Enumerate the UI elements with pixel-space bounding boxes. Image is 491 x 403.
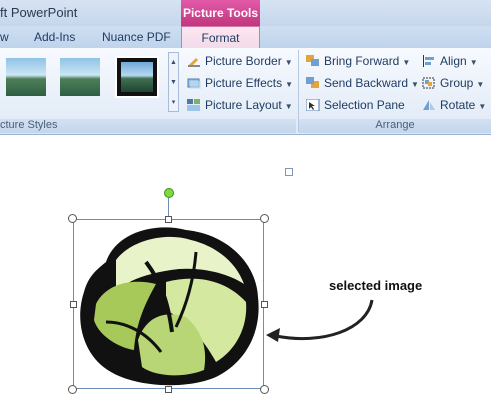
picture-style-thumbnail-selected[interactable] — [115, 56, 159, 98]
align-icon — [423, 55, 434, 67]
picture-styles-group-label: cture Styles — [0, 119, 296, 133]
ribbon: ▲ ▼ ▾ cture Styles Picture Border ▼ Pictu… — [0, 48, 491, 176]
scroll-down-icon[interactable]: ▼ — [169, 73, 178, 93]
chevron-down-icon: ▼ — [284, 58, 293, 67]
tab-nuance-pdf[interactable]: Nuance PDF — [102, 30, 171, 44]
send-backward-label: Send Backward — [324, 76, 409, 90]
align-label: Align — [440, 54, 467, 68]
resize-handle-top-left[interactable] — [68, 214, 77, 223]
picture-style-thumbnail[interactable] — [6, 58, 46, 96]
picture-border-button[interactable]: Picture Border ▼ — [187, 54, 293, 72]
resize-handle-bottom[interactable] — [165, 386, 172, 393]
resize-handle-left[interactable] — [70, 301, 77, 308]
chevron-down-icon: ▼ — [469, 58, 478, 67]
picture-layout-label: Picture Layout — [205, 98, 282, 112]
resize-handle-top[interactable] — [165, 216, 172, 223]
rotate-icon — [423, 100, 435, 110]
picture-layout-button[interactable]: Picture Layout ▼ — [187, 98, 293, 116]
effects-icon — [187, 78, 201, 89]
bring-forward-icon — [306, 55, 319, 66]
group-button[interactable]: Group ▼ — [422, 76, 484, 94]
bring-forward-button[interactable]: Bring Forward ▼ — [306, 54, 410, 72]
picture-style-thumbnail[interactable] — [60, 58, 100, 96]
dialog-launcher-icon[interactable] — [285, 168, 293, 176]
send-backward-button[interactable]: Send Backward ▼ — [306, 76, 419, 94]
chevron-down-icon: ▼ — [478, 102, 487, 111]
layout-icon — [187, 99, 200, 111]
scroll-up-icon[interactable]: ▲ — [169, 53, 178, 73]
rotation-handle[interactable] — [164, 188, 174, 198]
selection-pane-label: Selection Pane — [324, 98, 405, 112]
chevron-down-icon: ▼ — [476, 80, 485, 89]
pencil-icon — [188, 58, 200, 67]
group-label: Group — [440, 76, 474, 90]
selection-pane-icon — [306, 99, 320, 111]
picture-tools-context-title: Picture Tools — [181, 0, 260, 26]
resize-handle-top-right[interactable] — [260, 214, 269, 223]
rotate-label: Rotate — [440, 98, 476, 112]
resize-handle-bottom-right[interactable] — [260, 385, 269, 394]
picture-effects-button[interactable]: Picture Effects ▼ — [187, 76, 293, 94]
chevron-down-icon: ▼ — [285, 80, 294, 89]
selection-pane-button[interactable]: Selection Pane — [306, 98, 405, 116]
tab-format[interactable]: Format — [181, 26, 260, 49]
annotation-arrow-icon — [266, 299, 374, 342]
gallery-more-icon[interactable]: ▾ — [169, 93, 178, 113]
align-button[interactable]: Align ▼ — [422, 54, 478, 72]
picture-border-label: Picture Border — [205, 54, 282, 68]
arrange-group-label: Arrange — [299, 119, 491, 133]
resize-handle-bottom-left[interactable] — [68, 385, 77, 394]
bring-forward-label: Bring Forward — [324, 54, 400, 68]
rotate-button[interactable]: Rotate ▼ — [422, 98, 486, 116]
picture-effects-label: Picture Effects — [205, 76, 283, 90]
group-icon — [422, 77, 435, 89]
chevron-down-icon: ▼ — [402, 58, 411, 67]
cabbage-image[interactable] — [76, 222, 262, 387]
chevron-down-icon: ▼ — [284, 102, 293, 111]
send-backward-icon — [306, 77, 319, 88]
tab-add-ins[interactable]: Add-Ins — [34, 30, 75, 44]
tab-view[interactable]: w — [0, 30, 9, 44]
gallery-scrollbar[interactable]: ▲ ▼ ▾ — [168, 52, 179, 112]
chevron-down-icon: ▼ — [411, 80, 419, 89]
app-title: ft PowerPoint — [0, 5, 78, 20]
